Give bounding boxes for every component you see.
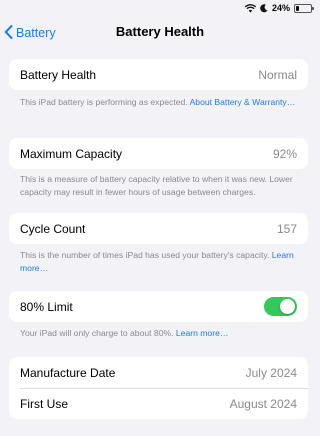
battery-health-footnote: This iPad battery is performing as expec… [20,96,300,109]
page-title: Battery Health [115,24,205,39]
maximum-capacity-footnote: This is a measure of battery capacity re… [20,174,293,197]
limit-row: 80% Limit [9,291,308,322]
toggle-knob [280,299,295,314]
cycle-count-footnote: This is the number of times iPad has use… [20,249,300,275]
cycle-count-row: Cycle Count 157 [9,213,308,244]
first-use-row: First Use August 2024 [9,388,308,419]
cycle-count-card: Cycle Count 157 [9,213,308,244]
manufacture-date-row: Manufacture Date July 2024 [9,357,308,388]
manufacture-date-value: July 2024 [245,365,297,380]
maximum-capacity-card: Maximum Capacity 92% [9,138,308,169]
navigation-bar: Battery Battery Health [0,18,320,46]
limit-note: Your iPad will only charge to about 80%. [20,328,176,338]
moon-icon [260,3,268,13]
battery-health-label: Battery Health [20,67,97,82]
limit-label: 80% Limit [20,299,73,314]
battery-icon [294,3,314,13]
limit-card: 80% Limit [9,291,308,322]
dates-card: Manufacture Date July 2024 First Use Aug… [9,357,308,419]
limit-toggle[interactable] [264,297,297,316]
cycle-count-note: This is the number of times iPad has use… [20,250,272,260]
limit-footnote: Your iPad will only charge to about 80%.… [20,327,300,340]
about-battery-warranty-link[interactable]: About Battery & Warranty… [190,97,296,107]
maximum-capacity-label: Maximum Capacity [20,146,123,161]
battery-level-fill [296,5,300,11]
battery-health-value: Normal [258,67,297,82]
status-bar: 24% [0,0,320,16]
first-use-label: First Use [20,396,68,411]
maximum-capacity-value: 92% [272,146,297,161]
status-right: 24% [244,2,314,14]
maximum-capacity-row: Maximum Capacity 92% [9,138,308,169]
cycle-count-label: Cycle Count [20,221,86,236]
first-use-value: August 2024 [229,396,297,411]
limit-learn-more-link[interactable]: Learn more… [176,328,229,338]
battery-percent: 24% [271,3,290,13]
battery-health-screen: 24% Battery Battery Health Battery Healt… [0,0,320,436]
battery-health-note: This iPad battery is performing as expec… [20,97,190,107]
battery-health-row: Battery Health Normal [9,59,308,90]
battery-health-card: Battery Health Normal [9,59,308,90]
cycle-count-value: 157 [276,221,297,236]
wifi-icon [244,3,256,13]
manufacture-date-label: Manufacture Date [20,365,116,380]
